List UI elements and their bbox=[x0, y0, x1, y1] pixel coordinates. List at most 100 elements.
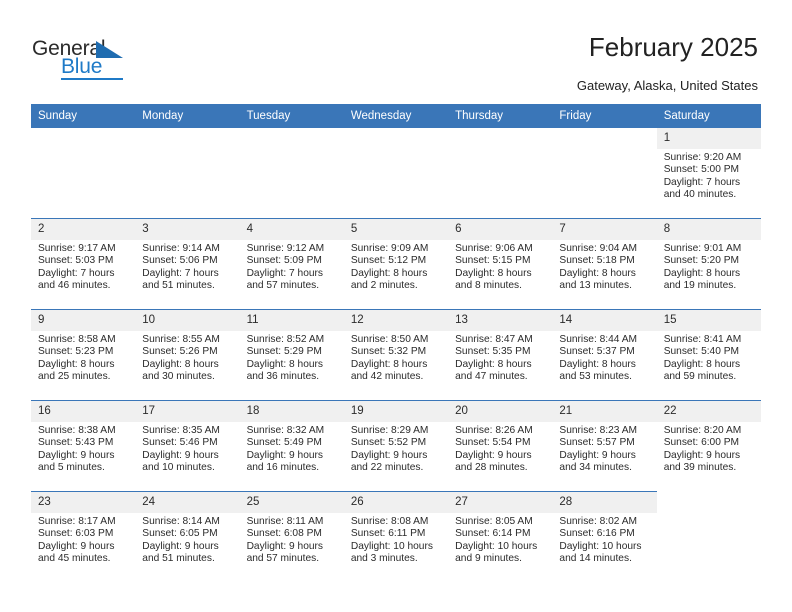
day-number: 21 bbox=[552, 401, 657, 422]
day-daylight1-text: Daylight: 9 hours bbox=[559, 449, 636, 461]
day-content: 14 Sunrise: 8:44 AM Sunset: 5:37 PM Dayligh… bbox=[552, 310, 657, 400]
calendar-day-cell[interactable]: 22 Sunrise: 8:20 AM Sunset: 6:00 PM Dayligh… bbox=[656, 400, 761, 492]
day-sunrise-text: Sunrise: 8:32 AM bbox=[246, 425, 325, 436]
day-daylight1-text: Daylight: 8 hours bbox=[663, 267, 741, 279]
calendar-day-cell[interactable]: 4 Sunrise: 9:12 AM Sunset: 5:09 PM Daylight… bbox=[239, 218, 344, 310]
location-subtitle: Gateway, Alaska, United States bbox=[576, 78, 758, 93]
day-sunrise-text: Sunrise: 9:14 AM bbox=[142, 243, 220, 254]
day-number: 28 bbox=[552, 492, 657, 513]
day-daylight1-text: Daylight: 10 hours bbox=[350, 540, 433, 552]
calendar-body: 1 Sunrise: 9:20 AM Sunset: 5:00 PM Daylight… bbox=[31, 128, 761, 582]
day-sun-info: Sunrise: 8:02 AM Sunset: 6:16 PM Daylight:… bbox=[552, 513, 656, 566]
day-number: 4 bbox=[239, 219, 344, 240]
day-daylight1-text: Daylight: 9 hours bbox=[663, 449, 741, 461]
day-sunrise-text: Sunrise: 8:44 AM bbox=[559, 334, 637, 345]
day-number: 22 bbox=[656, 401, 761, 422]
day-sun-info: Sunrise: 8:52 AM Sunset: 5:29 PM Daylight:… bbox=[240, 331, 344, 384]
day-number: 24 bbox=[135, 492, 240, 513]
brand-logo[interactable]: General Blue bbox=[32, 38, 152, 82]
day-number: 12 bbox=[343, 310, 449, 331]
day-sunrise-text: Sunrise: 8:11 AM bbox=[246, 516, 324, 527]
day-daylight1-text: Daylight: 9 hours bbox=[350, 449, 428, 461]
day-content: 13 Sunrise: 8:47 AM Sunset: 5:35 PM Dayligh… bbox=[448, 310, 553, 400]
calendar-day-cell[interactable]: 28 Sunrise: 8:02 AM Sunset: 6:16 PM Dayligh… bbox=[552, 491, 657, 582]
calendar-day-cell[interactable]: 15 Sunrise: 8:41 AM Sunset: 5:40 PM Dayligh… bbox=[656, 309, 761, 401]
calendar-day-cell[interactable]: 3 Sunrise: 9:14 AM Sunset: 5:06 PM Daylight… bbox=[135, 218, 240, 310]
weekday-header-monday: Monday bbox=[135, 104, 240, 128]
calendar-day-cell[interactable]: 19 Sunrise: 8:29 AM Sunset: 5:52 PM Dayligh… bbox=[343, 400, 449, 492]
day-content: 4 Sunrise: 9:12 AM Sunset: 5:09 PM Daylight… bbox=[239, 219, 344, 309]
day-sunrise-text: Sunrise: 8:08 AM bbox=[350, 516, 429, 527]
day-sunset-text: Sunset: 5:43 PM bbox=[38, 437, 114, 449]
calendar-day-cell[interactable]: 11 Sunrise: 8:52 AM Sunset: 5:29 PM Dayligh… bbox=[239, 309, 344, 401]
calendar-day-cell[interactable]: 8 Sunrise: 9:01 AM Sunset: 5:20 PM Daylight… bbox=[656, 218, 761, 310]
day-sunset-text: Sunset: 6:14 PM bbox=[455, 528, 531, 540]
day-number: 18 bbox=[239, 401, 344, 422]
calendar-day-cell[interactable]: 26 Sunrise: 8:08 AM Sunset: 6:11 PM Dayligh… bbox=[343, 491, 449, 582]
calendar-day-cell[interactable]: 1 Sunrise: 9:20 AM Sunset: 5:00 PM Daylight… bbox=[656, 128, 761, 219]
weekday-header-thursday: Thursday bbox=[448, 104, 553, 128]
day-sunset-text: Sunset: 5:46 PM bbox=[142, 437, 218, 449]
day-number: 7 bbox=[552, 219, 657, 240]
day-daylight2-text: and 13 minutes. bbox=[559, 280, 632, 292]
day-sun-info: Sunrise: 8:41 AM Sunset: 5:40 PM Daylight:… bbox=[657, 331, 761, 384]
day-content: 7 Sunrise: 9:04 AM Sunset: 5:18 PM Daylight… bbox=[552, 219, 657, 309]
calendar-day-cell[interactable]: 2 Sunrise: 9:17 AM Sunset: 5:03 PM Daylight… bbox=[31, 218, 136, 310]
day-sun-info: Sunrise: 8:08 AM Sunset: 6:11 PM Daylight:… bbox=[344, 513, 448, 566]
day-sun-info: Sunrise: 8:55 AM Sunset: 5:26 PM Daylight:… bbox=[135, 331, 239, 384]
day-sunset-text: Sunset: 6:16 PM bbox=[559, 528, 635, 540]
day-content: 3 Sunrise: 9:14 AM Sunset: 5:06 PM Daylight… bbox=[135, 219, 240, 309]
day-content: 23 Sunrise: 8:17 AM Sunset: 6:03 PM Dayligh… bbox=[31, 492, 136, 582]
day-number: 10 bbox=[135, 310, 240, 331]
calendar-day-cell[interactable]: 18 Sunrise: 8:32 AM Sunset: 5:49 PM Dayligh… bbox=[239, 400, 344, 492]
calendar-week-row: 16 Sunrise: 8:38 AM Sunset: 5:43 PM Dayligh… bbox=[31, 400, 761, 492]
day-daylight1-text: Daylight: 8 hours bbox=[559, 358, 636, 370]
day-content: 10 Sunrise: 8:55 AM Sunset: 5:26 PM Dayligh… bbox=[135, 310, 240, 400]
day-sunrise-text: Sunrise: 8:35 AM bbox=[142, 425, 220, 436]
day-sun-info: Sunrise: 9:09 AM Sunset: 5:12 PM Daylight:… bbox=[344, 240, 448, 293]
calendar-day-cell[interactable]: 12 Sunrise: 8:50 AM Sunset: 5:32 PM Dayligh… bbox=[343, 309, 449, 401]
calendar-day-cell[interactable]: 17 Sunrise: 8:35 AM Sunset: 5:46 PM Dayligh… bbox=[135, 400, 240, 492]
day-sunrise-text: Sunrise: 8:38 AM bbox=[38, 425, 116, 436]
day-sun-info: Sunrise: 8:58 AM Sunset: 5:23 PM Daylight:… bbox=[31, 331, 135, 384]
day-number: 26 bbox=[343, 492, 449, 513]
day-daylight2-text: and 51 minutes. bbox=[142, 280, 215, 292]
day-sunrise-text: Sunrise: 8:14 AM bbox=[142, 516, 220, 527]
calendar-week-row: 9 Sunrise: 8:58 AM Sunset: 5:23 PM Daylight… bbox=[31, 309, 761, 401]
calendar-day-cell[interactable]: 9 Sunrise: 8:58 AM Sunset: 5:23 PM Daylight… bbox=[31, 309, 136, 401]
day-sunrise-text: Sunrise: 9:12 AM bbox=[246, 243, 325, 254]
day-content: 15 Sunrise: 8:41 AM Sunset: 5:40 PM Dayligh… bbox=[656, 310, 761, 400]
day-sun-info: Sunrise: 8:17 AM Sunset: 6:03 PM Daylight:… bbox=[31, 513, 135, 566]
calendar-day-cell-empty bbox=[656, 491, 761, 582]
weekday-header-friday: Friday bbox=[552, 104, 657, 128]
day-content: 22 Sunrise: 8:20 AM Sunset: 6:00 PM Dayligh… bbox=[656, 401, 761, 491]
calendar-day-cell[interactable]: 21 Sunrise: 8:23 AM Sunset: 5:57 PM Dayligh… bbox=[552, 400, 657, 492]
calendar-day-cell[interactable]: 23 Sunrise: 8:17 AM Sunset: 6:03 PM Dayligh… bbox=[31, 491, 136, 582]
day-daylight2-text: and 46 minutes. bbox=[38, 280, 111, 292]
day-daylight1-text: Daylight: 8 hours bbox=[663, 358, 741, 370]
day-daylight1-text: Daylight: 7 hours bbox=[142, 267, 219, 279]
day-daylight1-text: Daylight: 9 hours bbox=[246, 449, 324, 461]
day-sunset-text: Sunset: 5:32 PM bbox=[350, 346, 427, 358]
day-content: 12 Sunrise: 8:50 AM Sunset: 5:32 PM Dayligh… bbox=[343, 310, 449, 400]
calendar-day-cell[interactable]: 27 Sunrise: 8:05 AM Sunset: 6:14 PM Dayligh… bbox=[448, 491, 553, 582]
day-daylight2-text: and 22 minutes. bbox=[350, 462, 424, 474]
day-sunrise-text: Sunrise: 8:41 AM bbox=[663, 334, 742, 345]
day-daylight2-text: and 57 minutes. bbox=[246, 280, 320, 292]
calendar-day-cell[interactable]: 10 Sunrise: 8:55 AM Sunset: 5:26 PM Dayligh… bbox=[135, 309, 240, 401]
calendar-day-cell[interactable]: 6 Sunrise: 9:06 AM Sunset: 5:15 PM Daylight… bbox=[448, 218, 553, 310]
day-number: 15 bbox=[656, 310, 761, 331]
day-sun-info: Sunrise: 9:04 AM Sunset: 5:18 PM Daylight:… bbox=[552, 240, 656, 293]
day-sunset-text: Sunset: 5:57 PM bbox=[559, 437, 635, 449]
calendar-day-cell[interactable]: 7 Sunrise: 9:04 AM Sunset: 5:18 PM Daylight… bbox=[552, 218, 657, 310]
calendar-day-cell[interactable]: 20 Sunrise: 8:26 AM Sunset: 5:54 PM Dayligh… bbox=[448, 400, 553, 492]
calendar-day-cell[interactable]: 14 Sunrise: 8:44 AM Sunset: 5:37 PM Dayligh… bbox=[552, 309, 657, 401]
calendar-day-cell[interactable]: 16 Sunrise: 8:38 AM Sunset: 5:43 PM Dayligh… bbox=[31, 400, 136, 492]
calendar-day-cell[interactable]: 24 Sunrise: 8:14 AM Sunset: 6:05 PM Dayligh… bbox=[135, 491, 240, 582]
day-daylight2-text: and 28 minutes. bbox=[455, 462, 528, 474]
calendar-day-cell[interactable]: 5 Sunrise: 9:09 AM Sunset: 5:12 PM Daylight… bbox=[343, 218, 449, 310]
calendar-day-cell[interactable]: 25 Sunrise: 8:11 AM Sunset: 6:08 PM Dayligh… bbox=[239, 491, 344, 582]
calendar-week-row: 2 Sunrise: 9:17 AM Sunset: 5:03 PM Daylight… bbox=[31, 218, 761, 310]
calendar-day-cell[interactable]: 13 Sunrise: 8:47 AM Sunset: 5:35 PM Dayligh… bbox=[448, 309, 553, 401]
day-number: 27 bbox=[448, 492, 553, 513]
